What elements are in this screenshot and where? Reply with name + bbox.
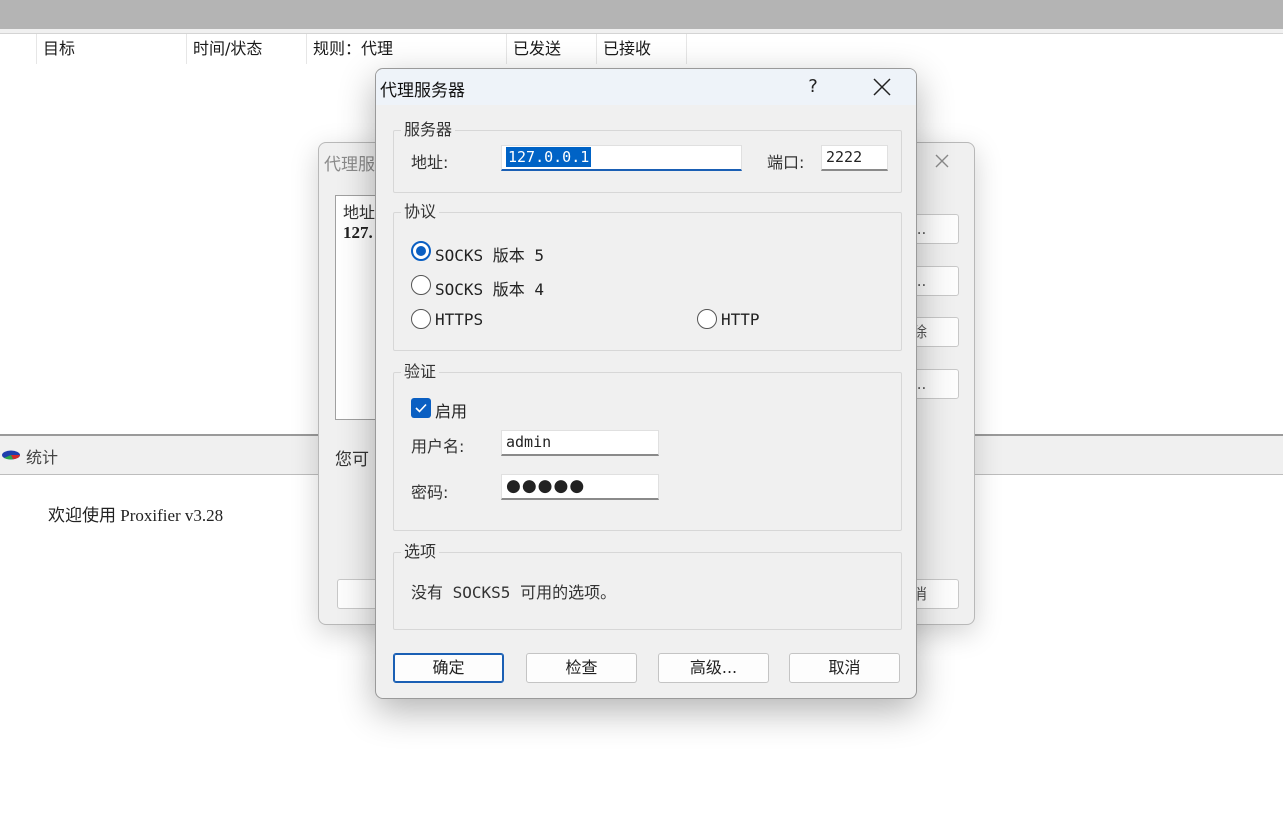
cancel-button[interactable]: 取消	[789, 653, 900, 683]
statistics-icon	[1, 447, 21, 460]
address-field[interactable]: 127.0.0.1	[501, 145, 742, 171]
proxy-hint-text: 您可	[335, 450, 369, 470]
enable-auth-checkbox[interactable]	[411, 398, 431, 418]
close-icon[interactable]	[923, 147, 959, 175]
socks5-label[interactable]: SOCKS 版本 5	[435, 242, 544, 266]
password-label: 密码:	[411, 483, 449, 502]
window-top-strip	[0, 0, 1283, 29]
dialog-titlebar[interactable]: 代理服务器 ?	[376, 69, 916, 105]
column-sent[interactable]: 已发送	[507, 34, 597, 64]
protocol-group: 协议 SOCKS 版本 5 SOCKS 版本 4 HTTPS HTTP	[393, 202, 902, 351]
radio-http[interactable]	[697, 309, 717, 329]
column-rule-proxy[interactable]: 规则：代理	[307, 34, 507, 64]
address-value: 127.0.0.1	[506, 147, 592, 167]
column-received[interactable]: 已接收	[597, 34, 687, 64]
server-group: 服务器 地址: 127.0.0.1 端口: 2222	[393, 120, 902, 193]
authentication-group: 验证 启用 用户名: admin 密码: ●●●●●	[393, 362, 902, 531]
proxy-server-dialog: 代理服务器 ? 服务器 地址: 127.0.0.1 端口: 2222 协议 SO…	[375, 68, 917, 699]
http-label[interactable]: HTTP	[721, 310, 760, 329]
username-label: 用户名:	[411, 437, 465, 456]
authentication-group-label: 验证	[401, 362, 440, 382]
help-button[interactable]: ?	[796, 69, 830, 105]
close-icon[interactable]	[860, 69, 904, 105]
radio-https[interactable]	[411, 309, 431, 329]
server-group-label: 服务器	[401, 120, 456, 140]
check-button[interactable]: 检查	[526, 653, 637, 683]
options-group-label: 选项	[401, 542, 440, 562]
welcome-text: 欢迎使用 Proxifier v3.28	[48, 506, 224, 525]
options-text: 没有 SOCKS5 可用的选项。	[411, 583, 617, 602]
address-label: 地址:	[411, 153, 449, 172]
radio-socks5[interactable]	[411, 241, 431, 261]
proxy-list-item[interactable]: 127.	[343, 223, 373, 243]
socks4-label[interactable]: SOCKS 版本 4	[435, 276, 544, 300]
proxy-servers-dialog-title: 代理服	[324, 155, 375, 175]
proxy-list-header: 地址	[343, 203, 376, 222]
dialog-title: 代理服务器	[380, 81, 465, 101]
radio-socks4[interactable]	[411, 275, 431, 295]
column-target[interactable]: 目标	[37, 34, 187, 64]
enable-auth-label[interactable]: 启用	[435, 398, 467, 422]
connections-column-header: 目标 时间/状态 规则：代理 已发送 已接收	[0, 34, 1283, 64]
advanced-button[interactable]: 高级...	[658, 653, 769, 683]
password-field[interactable]: ●●●●●	[501, 474, 659, 500]
port-field[interactable]: 2222	[821, 145, 888, 171]
protocol-group-label: 协议	[401, 202, 440, 222]
ok-button[interactable]: 确定	[393, 653, 504, 683]
options-group: 选项 没有 SOCKS5 可用的选项。	[393, 542, 902, 630]
port-label: 端口:	[767, 153, 805, 172]
statistics-label: 统计	[26, 448, 59, 467]
column-time-status[interactable]: 时间/状态	[187, 34, 307, 64]
https-label[interactable]: HTTPS	[435, 310, 483, 329]
username-field[interactable]: admin	[501, 430, 659, 456]
